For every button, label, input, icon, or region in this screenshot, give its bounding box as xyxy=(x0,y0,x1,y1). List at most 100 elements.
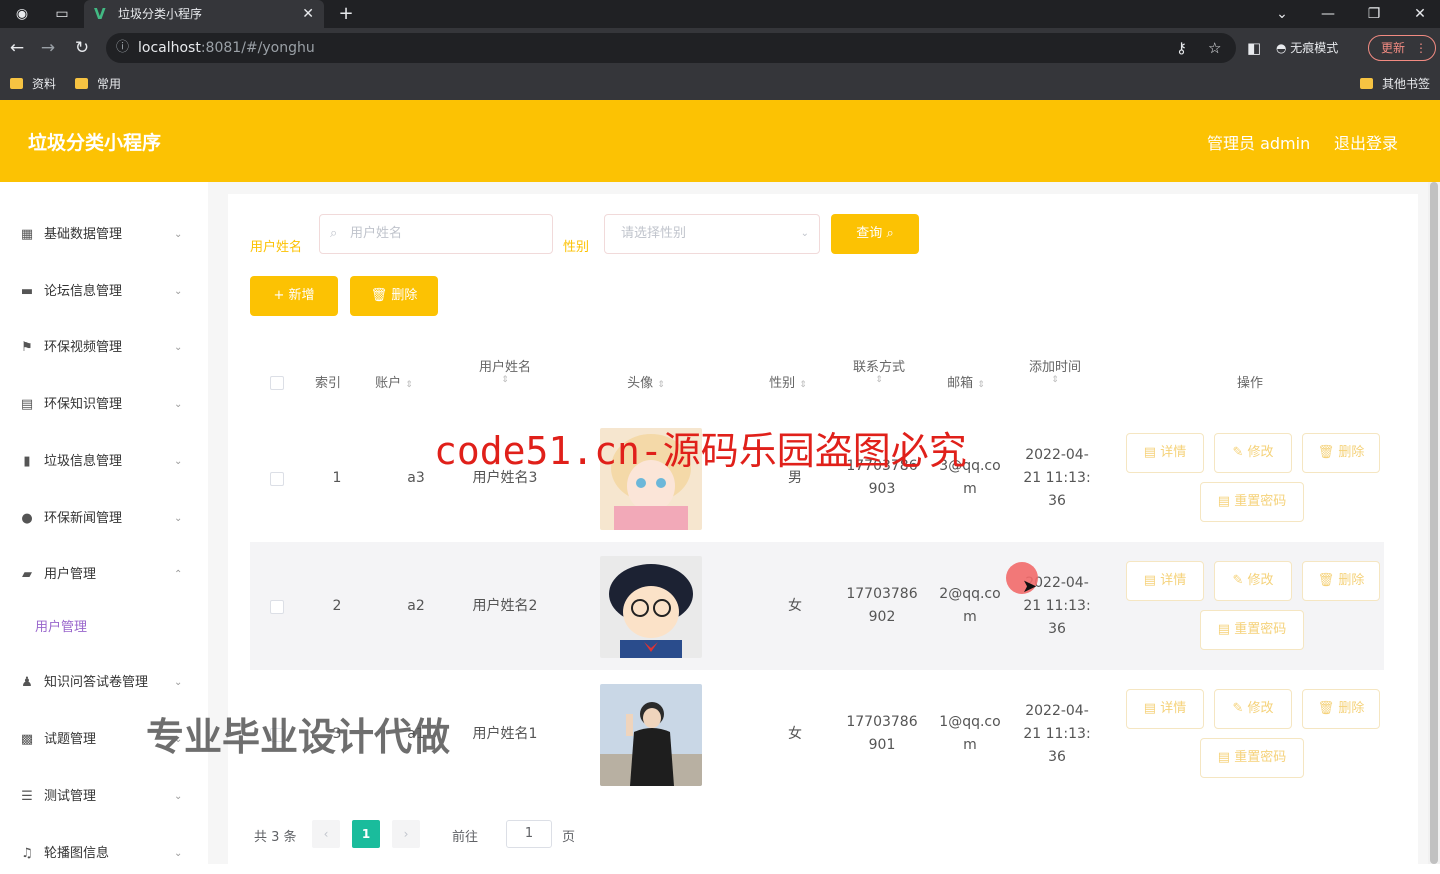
bookmark-star-icon[interactable]: ☆ xyxy=(1208,38,1221,58)
avatar-image[interactable] xyxy=(600,684,702,786)
delete-button[interactable]: 🗑 删除 xyxy=(1302,433,1380,473)
tab-overview-icon[interactable]: ▭ xyxy=(42,0,82,28)
row-checkbox[interactable] xyxy=(270,472,284,486)
reset-password-button[interactable]: ▤ 重置密码 xyxy=(1200,610,1304,650)
prev-page-icon[interactable]: ‹ xyxy=(312,820,340,848)
chevron-down-icon: ⌄ xyxy=(174,286,183,297)
site-info-icon[interactable]: ⓘ xyxy=(116,33,129,63)
add-button[interactable]: + 新增 xyxy=(250,276,338,316)
detail-label: 详情 xyxy=(1160,573,1187,588)
chevron-down-icon: ⌄ xyxy=(174,513,183,524)
delete-button[interactable]: 🗑 删除 xyxy=(1302,561,1380,601)
sidebar-item-quiz-papers[interactable]: ♟ 知识问答试卷管理 ⌄ xyxy=(0,663,208,703)
chevron-down-icon: ⌄ xyxy=(800,228,809,239)
back-icon[interactable]: ← xyxy=(5,36,29,60)
detail-button[interactable]: ▤ 详情 xyxy=(1126,433,1204,473)
other-bookmarks[interactable]: 其他书签 xyxy=(1360,74,1430,94)
query-button[interactable]: 查询 ⌕ xyxy=(831,214,919,254)
edit-button[interactable]: ✎ 修改 xyxy=(1214,433,1292,473)
delete-button[interactable]: 🗑 删除 xyxy=(1302,689,1380,729)
tab-close-icon[interactable]: ✕ xyxy=(302,0,314,28)
folder-icon xyxy=(1360,78,1373,89)
sort-icon: ⇕ xyxy=(405,380,413,390)
reload-icon[interactable]: ↻ xyxy=(70,36,94,60)
time-part: 36 xyxy=(1048,621,1066,637)
header-phone[interactable]: 联系方式 ⇕ xyxy=(834,356,924,385)
sidebar-item-forum[interactable]: ▬ 论坛信息管理 ⌄ xyxy=(0,272,208,312)
bookmark-folder-1[interactable]: 资料 xyxy=(10,74,56,94)
header-gender[interactable]: 性别 ⇕ xyxy=(760,372,816,391)
document-icon: ▤ xyxy=(1143,701,1157,716)
sort-icon: ⇕ xyxy=(657,380,665,390)
cell-gender: 女 xyxy=(788,598,802,614)
sidebar-item-label: 环保视频管理 xyxy=(44,340,123,355)
delete-label: 删除 xyxy=(1338,701,1365,716)
avatar-image[interactable] xyxy=(600,556,702,658)
header-email[interactable]: 邮箱 ⇕ xyxy=(938,372,994,391)
header-name[interactable]: 用户姓名 ⇕ xyxy=(460,356,550,385)
time-part: 2022-04- xyxy=(1025,447,1089,463)
cell-phone: 17703786 902 xyxy=(834,583,930,629)
reset-password-button[interactable]: ▤ 重置密码 xyxy=(1200,738,1304,778)
key-icon[interactable]: ⚷ xyxy=(1176,38,1187,58)
header-account[interactable]: 账户 ⇕ xyxy=(366,372,422,391)
detail-button[interactable]: ▤ 详情 xyxy=(1126,561,1204,601)
tab-search-icon[interactable]: ⌄ xyxy=(1262,0,1302,28)
tab-strip: ◉ ▭ V 垃圾分类小程序 ✕ + ⌄ — ❐ ✕ xyxy=(0,0,1440,28)
goto-page-input[interactable]: 1 xyxy=(506,820,552,848)
tab-active[interactable]: V 垃圾分类小程序 ✕ xyxy=(84,0,324,28)
document-icon: ▤ xyxy=(1143,573,1157,588)
sidebar-subitem-users[interactable]: 用户管理 xyxy=(0,610,208,646)
restore-icon[interactable]: ❐ xyxy=(1354,0,1394,28)
next-page-icon[interactable]: › xyxy=(392,820,420,848)
time-part: 21 11:13: xyxy=(1023,470,1091,486)
page-scrollbar[interactable] xyxy=(1428,182,1440,864)
close-window-icon[interactable]: ✕ xyxy=(1400,0,1440,28)
scrollbar-thumb[interactable] xyxy=(1430,182,1438,864)
bookmark-label: 其他书签 xyxy=(1382,77,1431,91)
sidebar-item-tests[interactable]: ☰ 测试管理 ⌄ xyxy=(0,777,208,817)
sidebar-item-label: 轮播图信息 xyxy=(44,846,110,861)
sort-icon: ⇕ xyxy=(1051,375,1059,385)
batch-delete-label: 删除 xyxy=(391,288,418,303)
select-all-checkbox[interactable] xyxy=(270,376,284,390)
edit-label: 修改 xyxy=(1247,573,1274,588)
forward-icon[interactable]: → xyxy=(36,36,60,60)
cell-account: a2 xyxy=(407,598,425,614)
folder-icon xyxy=(75,78,88,89)
cell-gender: 女 xyxy=(788,726,802,742)
reset-password-button[interactable]: ▤ 重置密码 xyxy=(1200,482,1304,522)
bookmark-folder-2[interactable]: 常用 xyxy=(75,74,121,94)
incognito-indicator[interactable]: ◓ 无痕模式 xyxy=(1276,36,1338,60)
header-time[interactable]: 添加时间 ⇕ xyxy=(1010,356,1100,385)
sidebar-item-basic-data[interactable]: ▦ 基础数据管理 ⌄ xyxy=(0,215,208,255)
url-input[interactable]: ⓘ localhost:8081/#/yonghu xyxy=(106,33,1236,63)
browser-menu-icon[interactable]: ◉ xyxy=(2,0,42,28)
sidebar-item-label: 垃圾信息管理 xyxy=(44,454,123,469)
batch-delete-button[interactable]: 🗑 删除 xyxy=(350,276,438,316)
edit-button[interactable]: ✎ 修改 xyxy=(1214,689,1292,729)
sidebar-item-garbage[interactable]: ▮ 垃圾信息管理 ⌄ xyxy=(0,442,208,482)
gender-search-label: 性别 xyxy=(563,240,590,255)
sidebar-item-knowledge[interactable]: ▤ 环保知识管理 ⌄ xyxy=(0,385,208,425)
sidepanel-icon[interactable]: ◧ xyxy=(1247,38,1261,58)
update-button[interactable]: 更新 ⋮ xyxy=(1368,35,1436,61)
row-checkbox[interactable] xyxy=(270,600,284,614)
page-number-button[interactable]: 1 xyxy=(352,820,380,848)
sidebar-item-news[interactable]: ● 环保新闻管理 ⌄ xyxy=(0,499,208,539)
gender-select[interactable]: 请选择性别 ⌄ xyxy=(604,214,820,254)
logout-link[interactable]: 退出登录 xyxy=(1334,130,1398,154)
sidebar-item-users[interactable]: ▰ 用户管理 ⌃ xyxy=(0,555,208,595)
new-tab-icon[interactable]: + xyxy=(326,0,366,28)
detail-button[interactable]: ▤ 详情 xyxy=(1126,689,1204,729)
reset-password-label: 重置密码 xyxy=(1234,622,1287,637)
minimize-icon[interactable]: — xyxy=(1308,0,1348,28)
header-avatar[interactable]: 头像 ⇕ xyxy=(618,372,674,391)
sidebar-item-carousel[interactable]: ♫ 轮播图信息 ⌄ xyxy=(0,834,208,874)
edit-button[interactable]: ✎ 修改 xyxy=(1214,561,1292,601)
name-search-input[interactable]: ⌕ 用户姓名 xyxy=(319,214,553,254)
sidebar-item-label: 测试管理 xyxy=(44,789,97,804)
document-icon: ▤ xyxy=(1217,750,1231,765)
sidebar-item-video[interactable]: ⚑ 环保视频管理 ⌄ xyxy=(0,328,208,368)
cell-time: 2022-04- 21 11:13: 36 xyxy=(1014,700,1100,769)
